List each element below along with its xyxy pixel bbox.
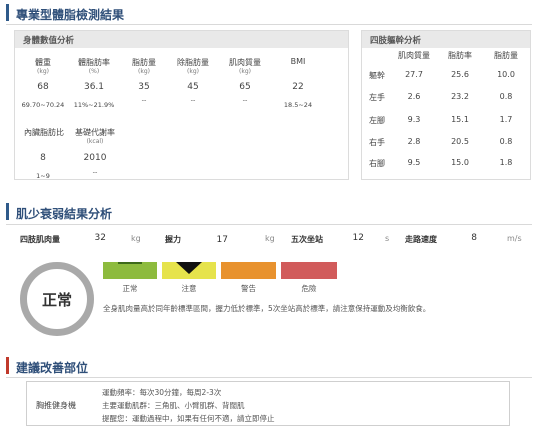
metric-sit-stand-value: 12 xyxy=(352,233,364,243)
metric-value: 22 xyxy=(292,82,304,92)
limbs-row-label: 左手 xyxy=(369,93,385,102)
metric-range: -- xyxy=(190,96,196,104)
level-label-warning: 警告 xyxy=(241,284,256,293)
section-accent-bar xyxy=(6,203,9,220)
metric-value: 8 xyxy=(40,153,46,163)
metric-value: 45 xyxy=(187,82,199,92)
metric-grip-value: 17 xyxy=(216,235,228,245)
suggestion-title: 建議改善部位 xyxy=(16,361,89,375)
divider xyxy=(6,224,532,225)
level-bar-normal-line xyxy=(118,262,142,264)
suggestion-line: 提醒您：運動過程中，如果有任何不適，請立即停止 xyxy=(102,414,275,423)
suggestion-area: 胸推健身機 xyxy=(36,401,76,410)
limbs-row-label: 軀幹 xyxy=(369,71,385,80)
page-title: 專業型體脂檢測結果 xyxy=(16,8,125,22)
divider xyxy=(6,377,532,378)
metric-limb-muscle-value: 32 xyxy=(94,233,106,243)
limbs-row-fat-mass: 0.8 xyxy=(499,92,513,101)
metric-sit-stand-label: 五次坐站 xyxy=(291,235,323,244)
metric-unit: (kg) xyxy=(37,68,49,75)
sarcopenia-note: 全身肌肉量高於同年齡標準區間，握力低於標準，5次坐站高於標準，請注意保持運動及均… xyxy=(103,304,431,313)
level-label-normal: 正常 xyxy=(122,284,138,293)
metric-range: -- xyxy=(92,168,98,176)
limbs-row-fat-rate: 15.1 xyxy=(451,115,469,124)
level-label-danger: 危險 xyxy=(301,284,317,293)
limbs-row-fat-mass: 0.8 xyxy=(499,137,513,146)
metric-label: 體脂肪率 xyxy=(78,58,110,67)
limbs-row-muscle: 2.6 xyxy=(407,92,421,101)
limbs-row-muscle: 9.5 xyxy=(407,158,421,167)
suggestion-line: 主要運動肌群：三角肌、小臂肌群、背闊肌 xyxy=(102,401,245,410)
metric-limb-muscle-label: 四肢肌肉量 xyxy=(20,235,60,244)
limbs-row-muscle: 2.8 xyxy=(407,137,421,146)
limbs-row-label: 右手 xyxy=(369,138,385,147)
metric-label: 內臟脂肪比 xyxy=(24,128,64,137)
limbs-row-fat-rate: 15.0 xyxy=(451,158,469,167)
divider xyxy=(6,24,532,25)
metric-value: 35 xyxy=(138,82,150,92)
limbs-row-fat-mass: 1.7 xyxy=(499,115,513,124)
level-label-attention: 注意 xyxy=(181,284,197,293)
limbs-row-fat-rate: 25.6 xyxy=(451,70,469,79)
limbs-row-label: 左腳 xyxy=(369,116,385,125)
metric-label: 除脂肪量 xyxy=(177,58,209,67)
status-text: 正常 xyxy=(41,290,72,309)
limbs-header-fat-mass: 脂肪量 xyxy=(494,51,518,60)
metric-unit: (kg) xyxy=(138,68,150,75)
limbs-panel-title: 四肢軀幹分析 xyxy=(362,31,530,48)
metric-label: 肌肉質量 xyxy=(229,58,261,67)
metric-sit-stand-unit: s xyxy=(385,234,390,243)
metric-value: 68 xyxy=(37,82,49,92)
level-bar-danger xyxy=(281,262,337,279)
limbs-row-fat-mass: 1.8 xyxy=(499,158,513,167)
limbs-row-fat-rate: 20.5 xyxy=(451,137,469,146)
metric-walk-speed-unit: m/s xyxy=(507,234,522,243)
metric-label: 脂肪量 xyxy=(132,58,156,67)
metric-unit: (kcal) xyxy=(86,138,104,145)
metric-unit: (kg) xyxy=(187,68,199,75)
section-accent-bar xyxy=(6,4,9,21)
level-marker-icon xyxy=(176,262,202,274)
metric-walk-speed-label: 走路速度 xyxy=(405,235,437,244)
metric-range: 18.5~24 xyxy=(283,101,313,109)
metric-unit: (%) xyxy=(88,68,100,75)
suggestion-line: 運動頻率：每次30分鐘，每周2-3次 xyxy=(102,388,222,397)
metric-walk-speed-value: 8 xyxy=(471,233,477,243)
limbs-row-muscle: 27.7 xyxy=(405,70,423,79)
metric-grip-label: 握力 xyxy=(165,235,181,244)
sarcopenia-title: 肌少衰弱結果分析 xyxy=(16,207,113,221)
body-data-panel-title: 身體數值分析 xyxy=(15,31,348,48)
limbs-row-label: 右腳 xyxy=(369,159,385,168)
metric-grip-unit: kg xyxy=(265,234,275,243)
limbs-header-fat-rate: 脂肪率 xyxy=(448,51,472,60)
metric-range: 69.70~70.24 xyxy=(21,101,65,109)
metric-label: 基礎代謝率 xyxy=(75,128,115,137)
level-bar-normal xyxy=(103,262,157,279)
metric-value: 36.1 xyxy=(83,82,105,92)
limbs-header-muscle: 肌肉質量 xyxy=(398,51,430,60)
metric-value: 65 xyxy=(239,82,251,92)
metric-label: 體重 xyxy=(35,58,51,67)
metric-range: 11%~21.9% xyxy=(73,101,115,109)
limbs-row-fat-mass: 10.0 xyxy=(497,70,515,79)
metric-unit: (kg) xyxy=(239,68,251,75)
metric-limb-muscle-unit: kg xyxy=(131,234,141,243)
limbs-row-fat-rate: 23.2 xyxy=(451,92,469,101)
metric-range: 1~9 xyxy=(36,172,50,180)
metric-label: BMI xyxy=(290,57,306,66)
limbs-row-muscle: 9.3 xyxy=(407,115,421,124)
level-bar-warning xyxy=(221,262,276,279)
metric-range: -- xyxy=(141,96,147,104)
metric-value: 2010 xyxy=(83,153,107,163)
section-accent-bar xyxy=(6,357,9,374)
metric-range: -- xyxy=(242,96,248,104)
